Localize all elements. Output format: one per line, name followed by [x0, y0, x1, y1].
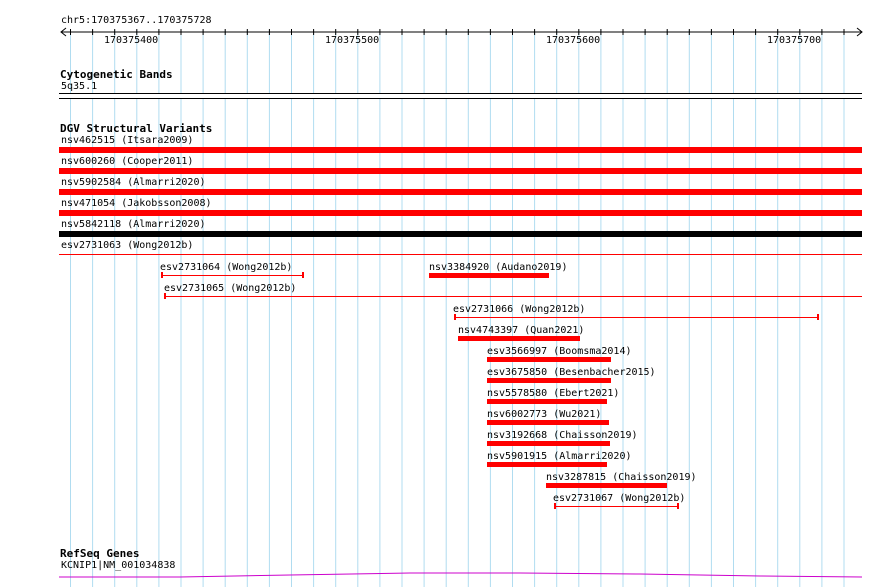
variant-bar[interactable]: [59, 210, 862, 216]
variant-label[interactable]: nsv5842118 (Almarri2020): [61, 219, 206, 231]
variant-bar[interactable]: [487, 378, 611, 383]
variant-bar[interactable]: [546, 483, 667, 488]
cytobands-track-title: Cytogenetic Bands: [60, 68, 173, 81]
variant-line[interactable]: [455, 317, 819, 318]
variant-label[interactable]: nsv471054 (Jakobsson2008): [61, 198, 212, 210]
variant-label[interactable]: esv2731064 (Wong2012b): [160, 262, 292, 274]
variant-end-cap: [302, 272, 304, 278]
cytoband-label[interactable]: 5q35.1: [61, 81, 97, 93]
variant-bar[interactable]: [487, 399, 607, 404]
gene-model[interactable]: [0, 570, 890, 584]
variant-label[interactable]: esv2731065 (Wong2012b): [164, 283, 296, 295]
variant-line[interactable]: [165, 296, 862, 297]
variant-label[interactable]: esv2731066 (Wong2012b): [453, 304, 585, 316]
variant-end-cap: [164, 293, 166, 299]
variant-bar[interactable]: [487, 441, 610, 446]
ruler-tick-label: 170375700: [767, 35, 822, 46]
ruler-tick-label: 170375600: [546, 35, 601, 46]
dgv-track-title: DGV Structural Variants: [60, 122, 213, 135]
variant-label[interactable]: nsv5902584 (Almarri2020): [61, 177, 206, 189]
variant-line[interactable]: [59, 254, 862, 255]
variant-bar[interactable]: [59, 189, 862, 195]
cytoband-bar[interactable]: [59, 93, 862, 99]
refseq-track-title: RefSeq Genes: [60, 547, 140, 560]
grid-lines: [70, 30, 845, 587]
variant-end-cap: [677, 503, 679, 509]
gene-intron-line: [59, 572, 863, 578]
variant-bar[interactable]: [59, 168, 862, 174]
variant-end-cap: [554, 503, 556, 509]
variant-bar[interactable]: [487, 462, 607, 467]
variant-bar[interactable]: [59, 231, 862, 237]
variant-end-cap: [817, 314, 819, 320]
variant-line[interactable]: [161, 275, 304, 276]
variant-bar[interactable]: [429, 273, 549, 278]
variant-bar[interactable]: [487, 420, 609, 425]
variant-end-cap: [161, 272, 163, 278]
variant-label[interactable]: nsv462515 (Itsara2009): [61, 135, 193, 147]
variant-line[interactable]: [555, 506, 679, 507]
ruler-tick-label: 170375400: [104, 35, 159, 46]
variant-label[interactable]: esv2731063 (Wong2012b): [61, 240, 193, 252]
ruler-tick-label: 170375500: [325, 35, 380, 46]
variant-bar[interactable]: [458, 336, 580, 341]
genome-browser-view: chr5:170375367..170375728 170375400 1703…: [0, 0, 890, 587]
variant-end-cap: [454, 314, 456, 320]
variant-bar[interactable]: [59, 147, 862, 153]
variant-label[interactable]: esv2731067 (Wong2012b): [553, 493, 685, 505]
variant-bar[interactable]: [487, 357, 611, 362]
variant-label[interactable]: nsv600260 (Cooper2011): [61, 156, 193, 168]
